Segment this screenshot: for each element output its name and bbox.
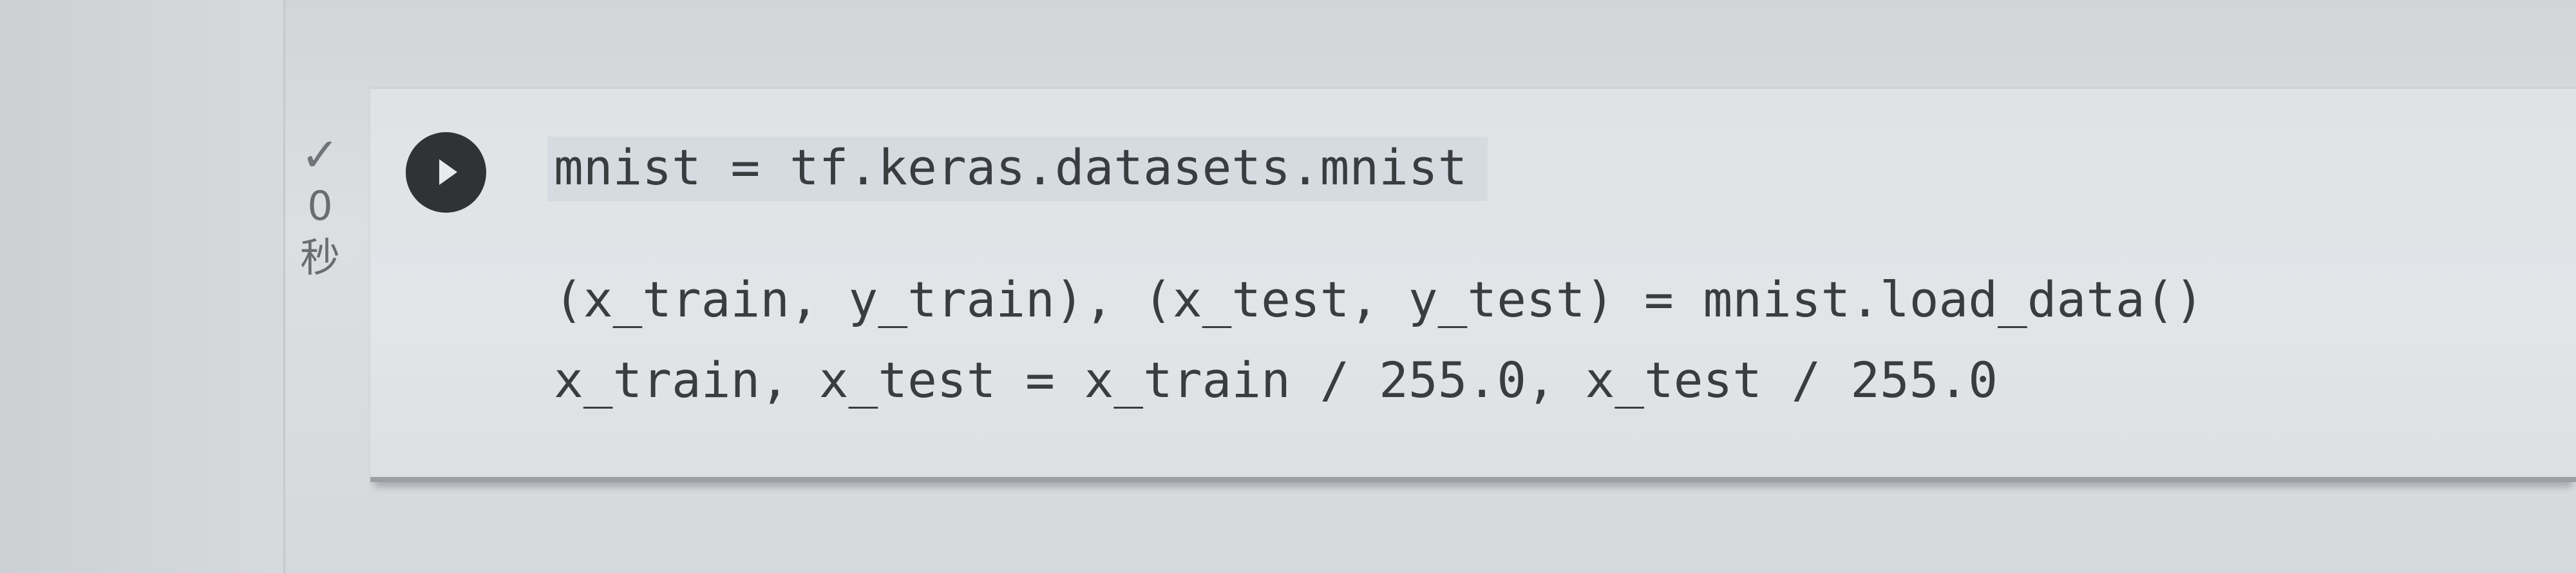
left-gutter (0, 0, 285, 573)
execution-time-value: 0 (307, 182, 333, 229)
execution-time-unit: 秒 (299, 234, 340, 281)
notebook-page: ✓ 0 秒 mnist = tf.keras.datasets.mnist (x… (0, 0, 2576, 573)
cell-bottom-border (370, 477, 2576, 482)
code-line-3[interactable]: x_train, x_test = x_train / 255.0, x_tes… (554, 345, 1998, 416)
code-line-2[interactable]: (x_train, y_train), (x_test, y_test) = m… (554, 264, 2204, 335)
execution-status: ✓ 0 秒 (291, 129, 349, 284)
code-line-1[interactable]: mnist = tf.keras.datasets.mnist (554, 132, 1467, 203)
play-icon (439, 159, 457, 185)
run-cell-button[interactable] (406, 132, 486, 213)
code-editor[interactable]: mnist = tf.keras.datasets.mnist (x_train… (554, 132, 2204, 419)
check-icon: ✓ (300, 128, 340, 182)
